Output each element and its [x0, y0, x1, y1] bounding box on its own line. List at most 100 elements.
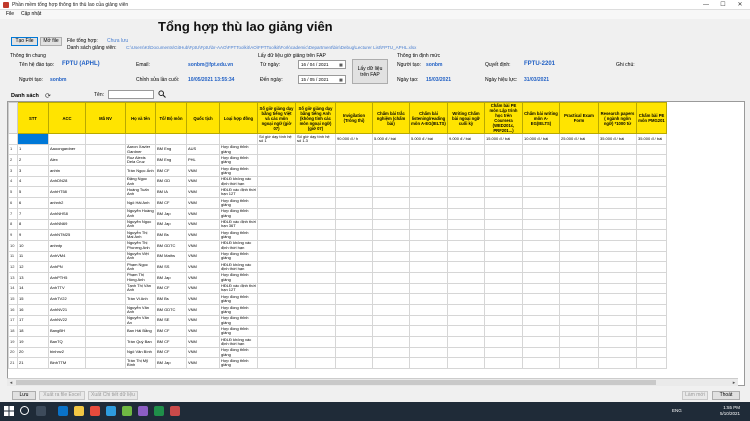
- visual-studio-icon[interactable]: [138, 406, 148, 416]
- table-cell[interactable]: [85, 282, 126, 295]
- table-cell[interactable]: BM Maths: [155, 250, 187, 263]
- table-cell[interactable]: BM CF: [155, 282, 187, 295]
- table-cell[interactable]: Hợp đồng thỉnh giảng: [219, 357, 258, 370]
- table-cell[interactable]: 18: [17, 325, 49, 338]
- table-cell[interactable]: [522, 293, 560, 305]
- table-cell[interactable]: [409, 207, 448, 220]
- table-cell[interactable]: [447, 239, 485, 252]
- table-cell[interactable]: BM Bs: [155, 293, 187, 305]
- table-cell[interactable]: Đặng Ngọc Anh: [125, 175, 156, 188]
- table-cell[interactable]: [372, 282, 410, 295]
- table-cell[interactable]: BM SS: [155, 261, 187, 273]
- table-cell[interactable]: [484, 357, 523, 370]
- table-cell[interactable]: [636, 197, 667, 209]
- table-cell[interactable]: HĐLĐ không xác định thời hạn: [219, 336, 258, 348]
- table-cell[interactable]: 14: [17, 282, 49, 295]
- rate-cell[interactable]: 90.000 đ / h: [335, 133, 373, 145]
- table-cell[interactable]: BM CF: [155, 165, 187, 177]
- table-cell[interactable]: [295, 197, 336, 209]
- table-cell[interactable]: VNM: [186, 261, 220, 273]
- table-cell[interactable]: 8: [17, 218, 49, 231]
- table-cell[interactable]: [257, 154, 296, 167]
- table-cell[interactable]: [598, 250, 637, 263]
- table-cell[interactable]: [484, 239, 523, 252]
- table-cell[interactable]: [522, 165, 560, 177]
- table-cell[interactable]: [636, 250, 667, 263]
- table-cell[interactable]: 11: [17, 250, 49, 263]
- table-cell[interactable]: VNM: [186, 197, 220, 209]
- table-cell[interactable]: Trần Vi Anh: [125, 293, 156, 305]
- table-cell[interactable]: [372, 357, 410, 370]
- table-cell[interactable]: [484, 261, 523, 273]
- table-cell[interactable]: [636, 271, 667, 284]
- table-cell[interactable]: [559, 282, 599, 295]
- search-icon[interactable]: [20, 406, 29, 415]
- exit-button[interactable]: Thoát: [712, 391, 740, 400]
- table-cell[interactable]: Hợp đồng thỉnh giảng: [219, 304, 258, 316]
- table-cell[interactable]: [85, 346, 126, 359]
- rate-cell[interactable]: 5.000 đ / bài: [372, 133, 410, 145]
- table-cell[interactable]: 10: [17, 239, 49, 252]
- table-cell[interactable]: [372, 325, 410, 338]
- table-cell[interactable]: [636, 186, 667, 199]
- table-cell[interactable]: [372, 143, 410, 156]
- table-row[interactable]: 19 19 BanTQ Trần Quý Ban BM CF VNM HĐLĐ không …: [8, 336, 667, 348]
- table-cell[interactable]: [559, 304, 599, 316]
- table-cell[interactable]: [295, 239, 336, 252]
- table-cell[interactable]: [447, 229, 485, 241]
- table-cell[interactable]: [372, 154, 410, 167]
- table-cell[interactable]: [257, 346, 296, 359]
- rate-cell[interactable]: [48, 133, 86, 145]
- table-cell[interactable]: [85, 250, 126, 263]
- table-cell[interactable]: [257, 197, 296, 209]
- table-cell[interactable]: [372, 293, 410, 305]
- table-cell[interactable]: [372, 197, 410, 209]
- table-cell[interactable]: VNM: [186, 336, 220, 348]
- table-row[interactable]: 2 2 Alex Ruz Alexis Dela Cruz BM Eng PHL Hợp đ…: [8, 154, 667, 167]
- table-cell[interactable]: [598, 357, 637, 370]
- rate-cell[interactable]: 35.000 đ / bài: [636, 133, 667, 145]
- table-cell[interactable]: [636, 336, 667, 348]
- table-cell[interactable]: [257, 325, 296, 338]
- table-cell[interactable]: [484, 346, 523, 359]
- table-cell[interactable]: anhnh2: [48, 197, 86, 209]
- table-cell[interactable]: [409, 197, 448, 209]
- table-cell[interactable]: [636, 293, 667, 305]
- table-cell[interactable]: VNM: [186, 229, 220, 241]
- table-cell[interactable]: Hợp đồng thỉnh giảng: [219, 250, 258, 263]
- table-cell[interactable]: [522, 325, 560, 338]
- table-cell[interactable]: [598, 282, 637, 295]
- table-cell[interactable]: [85, 336, 126, 348]
- table-cell[interactable]: [559, 314, 599, 327]
- table-cell[interactable]: [636, 165, 667, 177]
- table-cell[interactable]: HĐLĐ xác định thời hạn 12T: [219, 282, 258, 295]
- table-cell[interactable]: VNM: [186, 218, 220, 231]
- table-cell[interactable]: AnhHT58: [48, 186, 86, 199]
- table-cell[interactable]: [598, 165, 637, 177]
- table-cell[interactable]: [372, 186, 410, 199]
- table-cell[interactable]: [295, 357, 336, 370]
- table-cell[interactable]: BM CF: [155, 346, 187, 359]
- table-cell[interactable]: [372, 239, 410, 252]
- rate-cell[interactable]: Số giờ dạy tính hệ số 1: [257, 133, 296, 145]
- table-cell[interactable]: [484, 218, 523, 231]
- table-cell[interactable]: [598, 261, 637, 273]
- table-cell[interactable]: [295, 346, 336, 359]
- column-header[interactable]: Chấm bài PE môn PMG201: [636, 102, 667, 134]
- table-cell[interactable]: [522, 282, 560, 295]
- table-cell[interactable]: [484, 197, 523, 209]
- table-cell[interactable]: [559, 207, 599, 220]
- table-cell[interactable]: [559, 239, 599, 252]
- table-cell[interactable]: [372, 346, 410, 359]
- table-cell[interactable]: [335, 197, 373, 209]
- table-cell[interactable]: [295, 282, 336, 295]
- table-cell[interactable]: [85, 357, 126, 370]
- table-cell[interactable]: [598, 143, 637, 156]
- table-row[interactable]: 14 14 AnhTTV Tạnh Thị Vân Anh BM CF VNM HĐLĐ x…: [8, 282, 667, 295]
- table-cell[interactable]: [335, 207, 373, 220]
- table-row[interactable]: 1 1 Aaoongardner Aaron Xavier Gardner BM Eng…: [8, 143, 667, 156]
- table-row[interactable]: 5 5 AnhHT58 Hoàng Tuấn Anh BM IA VNM HĐLĐ xác …: [8, 186, 667, 199]
- table-row[interactable]: 11 11 AnhVM4 Nguyễn Việt Anh BM Maths VNM Hợp …: [8, 250, 667, 263]
- table-cell[interactable]: [447, 207, 485, 220]
- from-date-picker[interactable]: 16 / 04 / 2021 ▦: [298, 60, 346, 69]
